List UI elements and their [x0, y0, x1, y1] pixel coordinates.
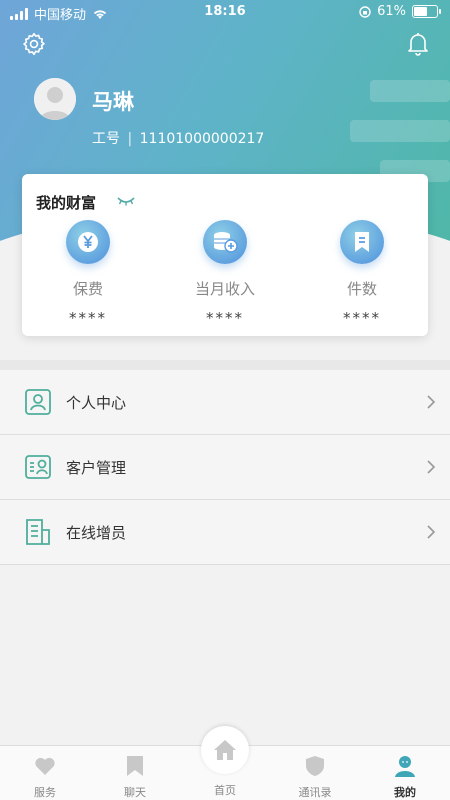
bookmark-icon: [127, 756, 143, 776]
status-bar: 中国移动 18:16 61%: [0, 0, 450, 24]
gear-icon: [23, 32, 45, 56]
avatar[interactable]: [34, 78, 76, 120]
premium-value: ****: [69, 309, 107, 327]
bell-icon: [408, 33, 428, 56]
notifications-button[interactable]: [404, 30, 432, 58]
person-card-icon: [25, 389, 51, 415]
orientation-lock-icon: [359, 5, 371, 18]
premium-stat[interactable]: 保费 ****: [28, 220, 148, 327]
wealth-title: 我的财富: [36, 194, 97, 212]
monthly-income-label: 当月收入: [194, 280, 255, 298]
wealth-card: 我的财富 保费 **** 当月收入 **** 件数 ****: [22, 174, 428, 336]
document-icon: [26, 519, 50, 545]
chevron-right-icon: [427, 460, 436, 474]
monthly-income-stat[interactable]: 当月收入 ****: [165, 220, 285, 327]
user-name: 马琳: [92, 90, 134, 114]
tab-label: 我的: [394, 786, 416, 799]
monthly-income-value: ****: [206, 309, 244, 327]
coins-icon: [203, 220, 247, 264]
tab-contacts[interactable]: 通讯录: [270, 746, 360, 800]
settings-button[interactable]: [20, 30, 48, 58]
tab-label: 首页: [214, 784, 236, 797]
chevron-right-icon: [427, 395, 436, 409]
employee-id-label: 工号: [92, 131, 120, 147]
battery-percent: 61%: [377, 4, 406, 19]
tab-label: 通讯录: [298, 786, 332, 799]
yuan-icon: [66, 220, 110, 264]
bookmark-icon: [340, 220, 384, 264]
chevron-right-icon: [427, 525, 436, 539]
home-button[interactable]: [201, 726, 249, 774]
tab-label: 服务: [34, 786, 56, 799]
menu-item-customer-management[interactable]: 客户管理: [0, 435, 450, 500]
home-icon: [214, 740, 236, 760]
count-stat[interactable]: 件数 ****: [302, 220, 422, 327]
menu-label: 在线增员: [66, 523, 127, 542]
count-value: ****: [343, 309, 381, 327]
section-divider: [0, 360, 450, 370]
menu-list: 个人中心 客户管理 在线增员: [0, 370, 450, 565]
tab-chat[interactable]: 聊天: [90, 746, 180, 800]
bottom-tab-bar: 服务 聊天 首页 通讯录 我的: [0, 726, 450, 800]
menu-item-online-recruit[interactable]: 在线增员: [0, 500, 450, 565]
employee-id-value: 11101000000217: [139, 131, 265, 147]
tab-mine[interactable]: 我的: [360, 746, 450, 800]
menu-label: 个人中心: [66, 393, 127, 412]
premium-label: 保费: [72, 280, 103, 298]
customer-card-icon: [25, 455, 51, 479]
hide-eye-icon[interactable]: [116, 196, 136, 206]
tab-service[interactable]: 服务: [0, 746, 90, 800]
tab-label: 聊天: [124, 786, 146, 799]
menu-item-personal-center[interactable]: 个人中心: [0, 370, 450, 435]
default-avatar-icon: [34, 78, 76, 120]
shield-icon: [306, 756, 324, 776]
user-icon: [395, 756, 415, 777]
count-label: 件数: [346, 280, 377, 298]
tab-home[interactable]: 首页: [180, 726, 270, 800]
menu-label: 客户管理: [66, 458, 127, 477]
employee-id: 工号 | 11101000000217: [92, 131, 265, 147]
heart-icon: [35, 757, 55, 775]
battery-icon: [412, 5, 441, 18]
